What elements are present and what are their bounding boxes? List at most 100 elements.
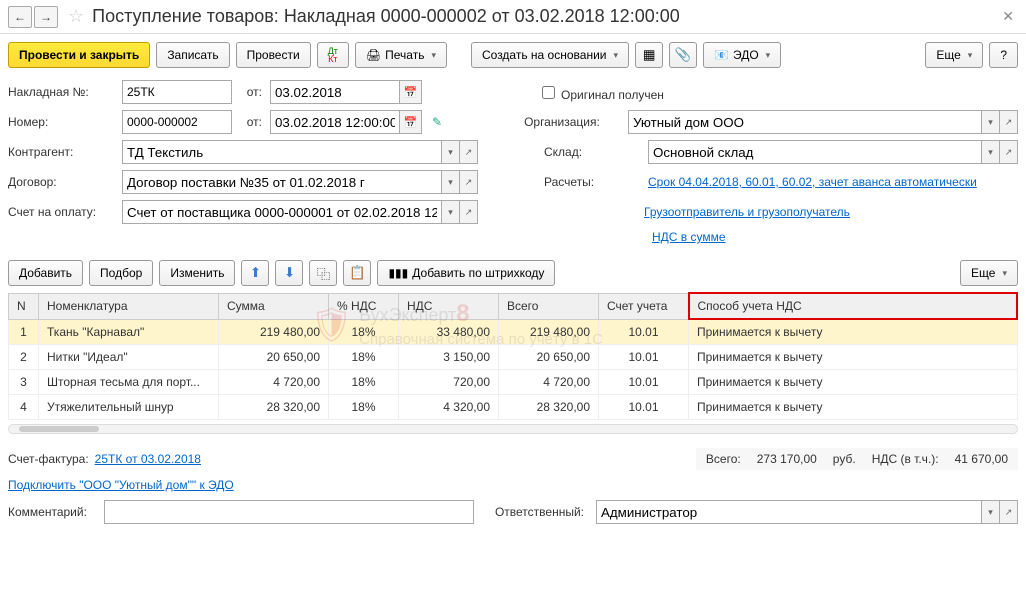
vat-mode-link[interactable]: НДС в сумме — [652, 230, 726, 244]
col-vat-pct[interactable]: % НДС — [329, 293, 399, 319]
calc-label: Расчеты: — [544, 175, 644, 189]
open-icon[interactable]: ↗ — [1000, 140, 1018, 164]
cell-vat-pct: 18% — [329, 395, 399, 420]
more-button[interactable]: Еще — [925, 42, 983, 68]
org-label: Организация: — [524, 115, 624, 129]
cell-account: 10.01 — [599, 345, 689, 370]
col-total[interactable]: Всего — [499, 293, 599, 319]
dropdown-icon[interactable]: ▾ — [442, 140, 460, 164]
vat-total-value: 41 670,00 — [955, 452, 1008, 466]
table-row[interactable]: 3Шторная тесьма для порт...4 720,0018%72… — [9, 370, 1018, 395]
cell-total: 28 320,00 — [499, 395, 599, 420]
col-vat-method[interactable]: Способ учета НДС — [689, 293, 1018, 319]
write-button[interactable]: Записать — [156, 42, 229, 68]
number-label: Номер: — [8, 115, 118, 129]
open-icon[interactable]: ↗ — [460, 200, 478, 224]
open-icon[interactable]: ↗ — [460, 170, 478, 194]
number-input[interactable] — [122, 110, 232, 134]
responsible-input[interactable] — [596, 500, 982, 524]
cell-sum: 28 320,00 — [219, 395, 329, 420]
dropdown-icon[interactable]: ▾ — [982, 140, 1000, 164]
col-account[interactable]: Счет учета — [599, 293, 689, 319]
items-table: N Номенклатура Сумма % НДС НДС Всего Сче… — [8, 292, 1018, 420]
open-icon[interactable]: ↗ — [460, 140, 478, 164]
cell-method: Принимается к вычету — [689, 395, 1018, 420]
shipper-link[interactable]: Грузоотправитель и грузополучатель — [644, 205, 850, 219]
invoice-no-label: Накладная №: — [8, 85, 118, 99]
open-icon[interactable]: ↗ — [1000, 110, 1018, 134]
org-input[interactable] — [628, 110, 982, 134]
paybill-label: Счет на оплату: — [8, 205, 118, 219]
cell-n: 2 — [9, 345, 39, 370]
cell-total: 20 650,00 — [499, 345, 599, 370]
add-by-barcode-button[interactable]: ▮▮▮ Добавить по штрихкоду — [377, 260, 555, 286]
cell-vat: 720,00 — [399, 370, 499, 395]
invoice-date-input[interactable] — [270, 80, 400, 104]
print-button[interactable]: 🖨 Печать — [355, 42, 447, 68]
contract-input[interactable] — [122, 170, 442, 194]
invoice-link[interactable]: 25ТК от 03.02.2018 — [95, 452, 201, 466]
move-up-icon[interactable]: ⬆ — [241, 260, 269, 286]
from-label-1: от: — [236, 85, 266, 99]
table-row[interactable]: 4Утяжелительный шнур28 320,0018%4 320,00… — [9, 395, 1018, 420]
dropdown-icon[interactable]: ▾ — [982, 110, 1000, 134]
total-value: 273 170,00 — [757, 452, 817, 466]
cell-account: 10.01 — [599, 319, 689, 345]
post-and-close-button[interactable]: Провести и закрыть — [8, 42, 150, 68]
cell-vat-pct: 18% — [329, 345, 399, 370]
cell-total: 4 720,00 — [499, 370, 599, 395]
create-based-button[interactable]: Создать на основании — [471, 42, 629, 68]
dropdown-icon[interactable]: ▾ — [442, 170, 460, 194]
cell-sum: 219 480,00 — [219, 319, 329, 345]
table-row[interactable]: 2Нитки "Идеал"20 650,0018%3 150,0020 650… — [9, 345, 1018, 370]
help-button[interactable]: ? — [989, 42, 1018, 68]
comment-input[interactable] — [104, 500, 474, 524]
paste-icon[interactable]: 📋 — [343, 260, 371, 286]
counterparty-input[interactable] — [122, 140, 442, 164]
col-vat[interactable]: НДС — [399, 293, 499, 319]
copy-icon[interactable]: ⿻ — [309, 260, 337, 286]
warehouse-input[interactable] — [648, 140, 982, 164]
open-icon[interactable]: ↗ — [1000, 500, 1018, 524]
structure-icon[interactable]: ▦ — [635, 42, 663, 68]
cell-method: Принимается к вычету — [689, 370, 1018, 395]
nav-fwd-button[interactable]: → — [34, 6, 58, 28]
calendar-icon[interactable]: 📅 — [400, 80, 422, 104]
cell-sum: 20 650,00 — [219, 345, 329, 370]
attach-clip-icon[interactable]: 📎 — [669, 42, 697, 68]
col-n[interactable]: N — [9, 293, 39, 319]
dropdown-icon[interactable]: ▾ — [982, 500, 1000, 524]
status-pencil-icon[interactable]: ✎ — [432, 115, 442, 129]
favorite-star-icon[interactable]: ☆ — [68, 6, 84, 27]
edo-button[interactable]: 📧 ЭДО — [703, 42, 781, 68]
close-icon[interactable]: ✕ — [998, 4, 1018, 29]
dropdown-icon[interactable]: ▾ — [442, 200, 460, 224]
calc-link[interactable]: Срок 04.04.2018, 60.01, 60.02, зачет ава… — [648, 175, 977, 189]
cell-sum: 4 720,00 — [219, 370, 329, 395]
col-nomen[interactable]: Номенклатура — [39, 293, 219, 319]
add-row-button[interactable]: Добавить — [8, 260, 83, 286]
table-more-button[interactable]: Еще — [960, 260, 1018, 286]
cell-vat: 3 150,00 — [399, 345, 499, 370]
from-label-2: от: — [236, 115, 266, 129]
edit-row-button[interactable]: Изменить — [159, 260, 235, 286]
post-button[interactable]: Провести — [236, 42, 311, 68]
number-date-input[interactable] — [270, 110, 400, 134]
connect-edo-link[interactable]: Подключить "ООО "Уютный дом"" к ЭДО — [8, 478, 234, 492]
original-received-checkbox[interactable]: Оригинал получен — [538, 83, 664, 102]
barcode-icon: ▮▮▮ — [388, 266, 408, 280]
cell-account: 10.01 — [599, 395, 689, 420]
dt-kt-button[interactable]: ДтКт — [317, 42, 349, 68]
select-rows-button[interactable]: Подбор — [89, 260, 153, 286]
contract-label: Договор: — [8, 175, 118, 189]
horizontal-scrollbar[interactable] — [8, 424, 1018, 434]
col-sum[interactable]: Сумма — [219, 293, 329, 319]
nav-back-button[interactable]: ← — [8, 6, 32, 28]
invoice-no-input[interactable] — [122, 80, 232, 104]
move-down-icon[interactable]: ⬇ — [275, 260, 303, 286]
cell-account: 10.01 — [599, 370, 689, 395]
cell-vat: 4 320,00 — [399, 395, 499, 420]
paybill-input[interactable] — [122, 200, 442, 224]
calendar-icon-2[interactable]: 📅 — [400, 110, 422, 134]
table-row[interactable]: 1Ткань "Карнавал"219 480,0018%33 480,002… — [9, 319, 1018, 345]
